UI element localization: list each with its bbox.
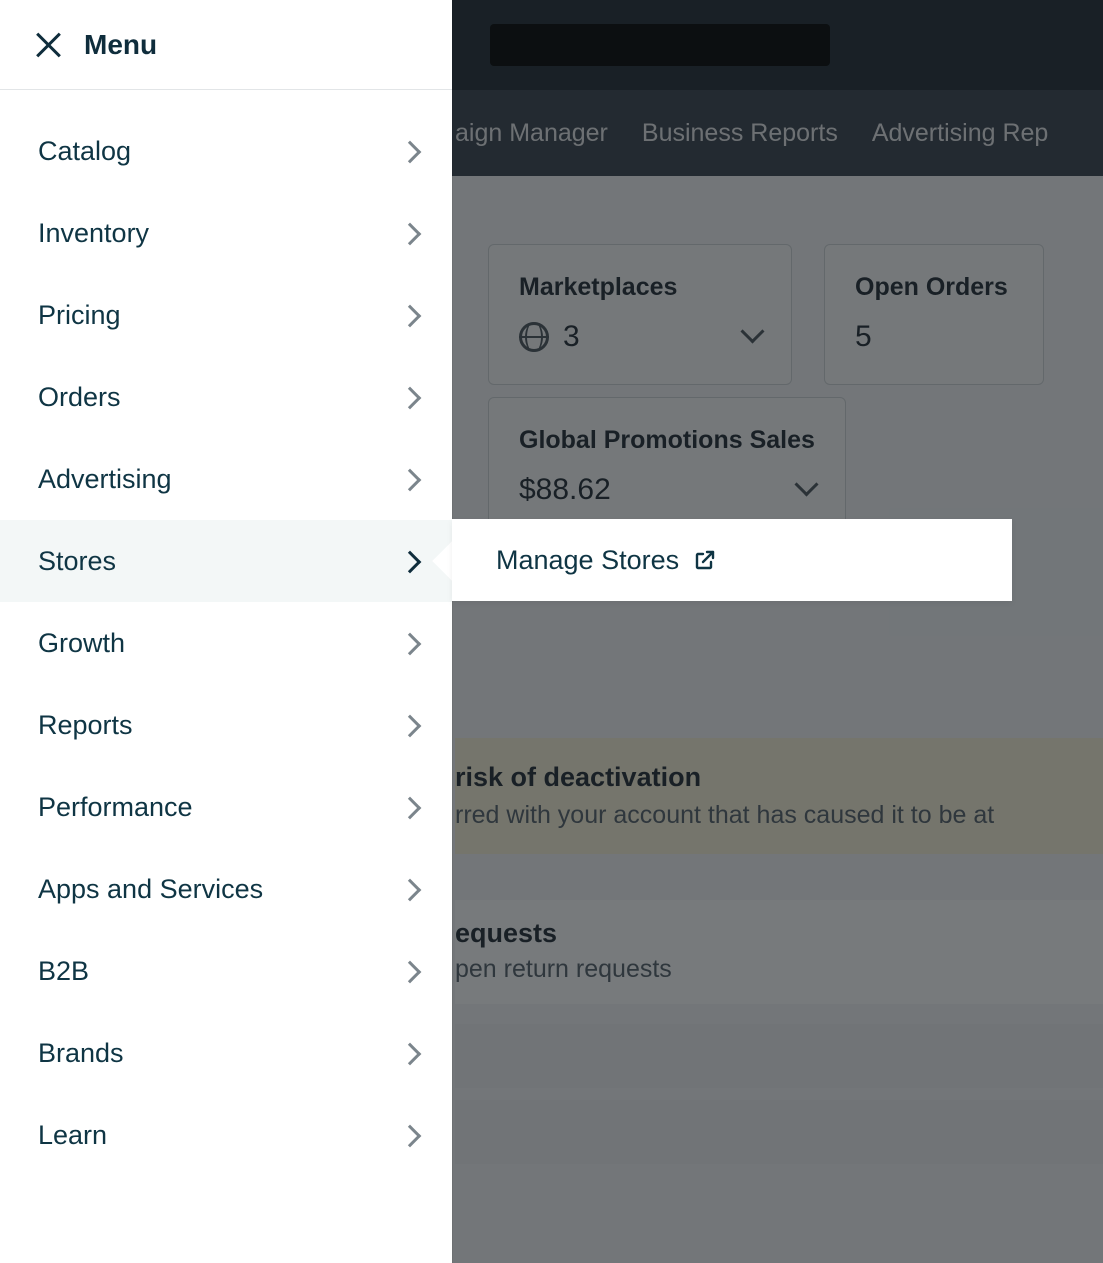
menu-item-label: Brands [38, 1038, 124, 1069]
chevron-right-icon [402, 300, 418, 331]
menu-item-b2b[interactable]: B2B [0, 930, 452, 1012]
menu-item-label: Growth [38, 628, 125, 659]
menu-item-label: B2B [38, 956, 89, 987]
menu-item-pricing[interactable]: Pricing [0, 274, 452, 356]
chevron-right-icon [402, 136, 418, 167]
menu-item-orders[interactable]: Orders [0, 356, 452, 438]
menu-item-label: Performance [38, 792, 193, 823]
chevron-right-icon [402, 464, 418, 495]
chevron-right-icon [402, 874, 418, 905]
chevron-right-icon [402, 628, 418, 659]
menu-item-label: Pricing [38, 300, 121, 331]
chevron-right-icon [402, 382, 418, 413]
close-icon[interactable] [34, 31, 62, 59]
menu-item-inventory[interactable]: Inventory [0, 192, 452, 274]
menu-item-learn[interactable]: Learn [0, 1094, 452, 1176]
menu-header: Menu [0, 0, 452, 90]
chevron-right-icon [402, 218, 418, 249]
menu-item-label: Orders [38, 382, 121, 413]
menu-item-label: Learn [38, 1120, 107, 1151]
external-link-icon [693, 548, 717, 572]
menu-item-label: Catalog [38, 136, 131, 167]
menu-item-brands[interactable]: Brands [0, 1012, 452, 1094]
submenu-manage-stores[interactable]: Manage Stores [452, 519, 1012, 601]
chevron-right-icon [402, 792, 418, 823]
menu-item-reports[interactable]: Reports [0, 684, 452, 766]
menu-item-label: Reports [38, 710, 133, 741]
menu-item-label: Apps and Services [38, 874, 263, 905]
chevron-right-icon [402, 1038, 418, 1069]
menu-item-apps-and-services[interactable]: Apps and Services [0, 848, 452, 930]
menu-item-label: Inventory [38, 218, 149, 249]
menu-item-stores[interactable]: Stores [0, 520, 452, 602]
menu-item-advertising[interactable]: Advertising [0, 438, 452, 520]
menu-item-label: Advertising [38, 464, 172, 495]
menu-item-catalog[interactable]: Catalog [0, 110, 452, 192]
menu-item-growth[interactable]: Growth [0, 602, 452, 684]
menu-title: Menu [84, 29, 157, 61]
menu-list: Catalog Inventory Pricing Orders Adverti… [0, 90, 452, 1263]
menu-item-performance[interactable]: Performance [0, 766, 452, 848]
chevron-right-icon [402, 1120, 418, 1151]
submenu-item-label: Manage Stores [496, 545, 679, 576]
menu-item-label: Stores [38, 546, 116, 577]
chevron-right-icon [402, 710, 418, 741]
chevron-right-icon [402, 546, 418, 577]
chevron-right-icon [402, 956, 418, 987]
main-menu-sidebar: Menu Catalog Inventory Pricing Orders Ad… [0, 0, 452, 1263]
